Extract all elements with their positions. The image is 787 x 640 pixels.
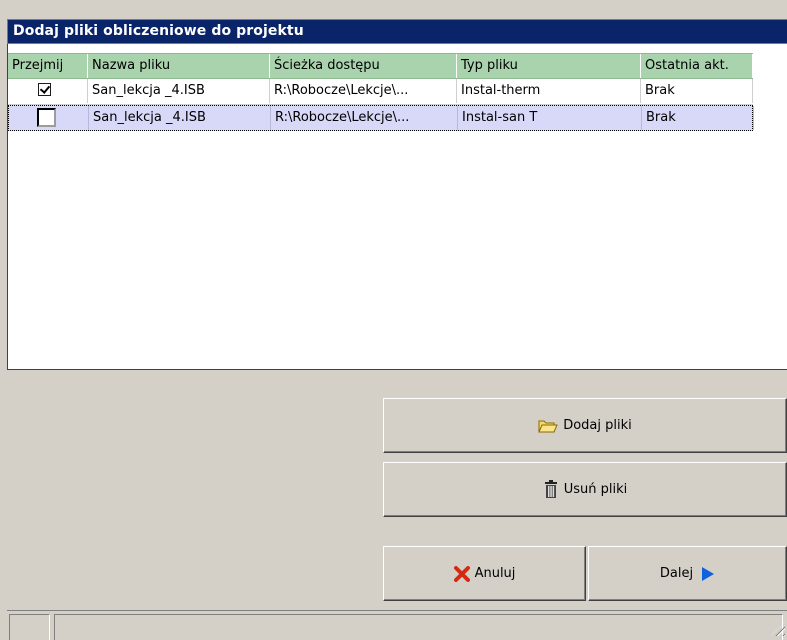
last-update-cell: Brak bbox=[641, 79, 753, 103]
red-x-icon bbox=[453, 565, 470, 582]
column-header-sciezka-dostepu[interactable]: Ścieżka dostępu bbox=[270, 54, 457, 78]
play-arrow-icon bbox=[701, 566, 715, 582]
file-type-cell: Instal-therm bbox=[457, 79, 641, 103]
add-files-label: Dodaj pliki bbox=[563, 418, 632, 433]
next-label: Dalej bbox=[659, 566, 694, 581]
file-name-cell: San_lekcja _4.ISB bbox=[89, 106, 271, 130]
add-files-button[interactable]: Dodaj pliki bbox=[383, 398, 787, 453]
next-button[interactable]: Dalej bbox=[588, 546, 787, 601]
cancel-button[interactable]: Anuluj bbox=[383, 546, 586, 601]
column-header-nazwa-pliku[interactable]: Nazwa pliku bbox=[88, 54, 270, 78]
przejmij-cell bbox=[9, 106, 89, 130]
cancel-label: Anuluj bbox=[474, 566, 516, 581]
column-header-typ-pliku[interactable]: Typ pliku bbox=[457, 54, 641, 78]
file-path-cell: R:\Robocze\Lekcje\... bbox=[270, 79, 457, 103]
table-row-selected[interactable]: San_lekcja _4.ISB R:\Robocze\Lekcje\... … bbox=[8, 105, 754, 131]
column-header-ostatnia-akt[interactable]: Ostatnia akt. bbox=[641, 54, 753, 78]
last-update-cell: Brak bbox=[642, 106, 754, 130]
status-panel-left bbox=[9, 614, 50, 640]
dialog-title-bar: Dodaj pliki obliczeniowe do projektu bbox=[7, 19, 787, 44]
files-table[interactable]: Przejmij Nazwa pliku Ścieżka dostępu Typ… bbox=[7, 44, 787, 370]
remove-files-button[interactable]: Usuń pliki bbox=[383, 462, 787, 517]
status-bar bbox=[7, 610, 787, 640]
table-header: Przejmij Nazwa pliku Ścieżka dostępu Typ… bbox=[8, 53, 753, 79]
przejmij-checkbox[interactable] bbox=[38, 83, 51, 96]
remove-files-label: Usuń pliki bbox=[563, 482, 628, 497]
trash-icon bbox=[543, 480, 559, 499]
przejmij-cell bbox=[8, 79, 88, 103]
file-type-cell: Instal-san T bbox=[458, 106, 642, 130]
dialog-title: Dodaj pliki obliczeniowe do projektu bbox=[13, 23, 304, 39]
file-path-cell: R:\Robocze\Lekcje\... bbox=[271, 106, 458, 130]
przejmij-checkbox[interactable] bbox=[37, 108, 56, 127]
column-header-przejmij[interactable]: Przejmij bbox=[8, 54, 88, 78]
file-name-cell: San_lekcja _4.ISB bbox=[88, 79, 270, 103]
folder-open-icon bbox=[538, 418, 558, 434]
table-row[interactable]: San_lekcja _4.ISB R:\Robocze\Lekcje\... … bbox=[8, 79, 753, 105]
status-panel-main bbox=[54, 614, 783, 640]
